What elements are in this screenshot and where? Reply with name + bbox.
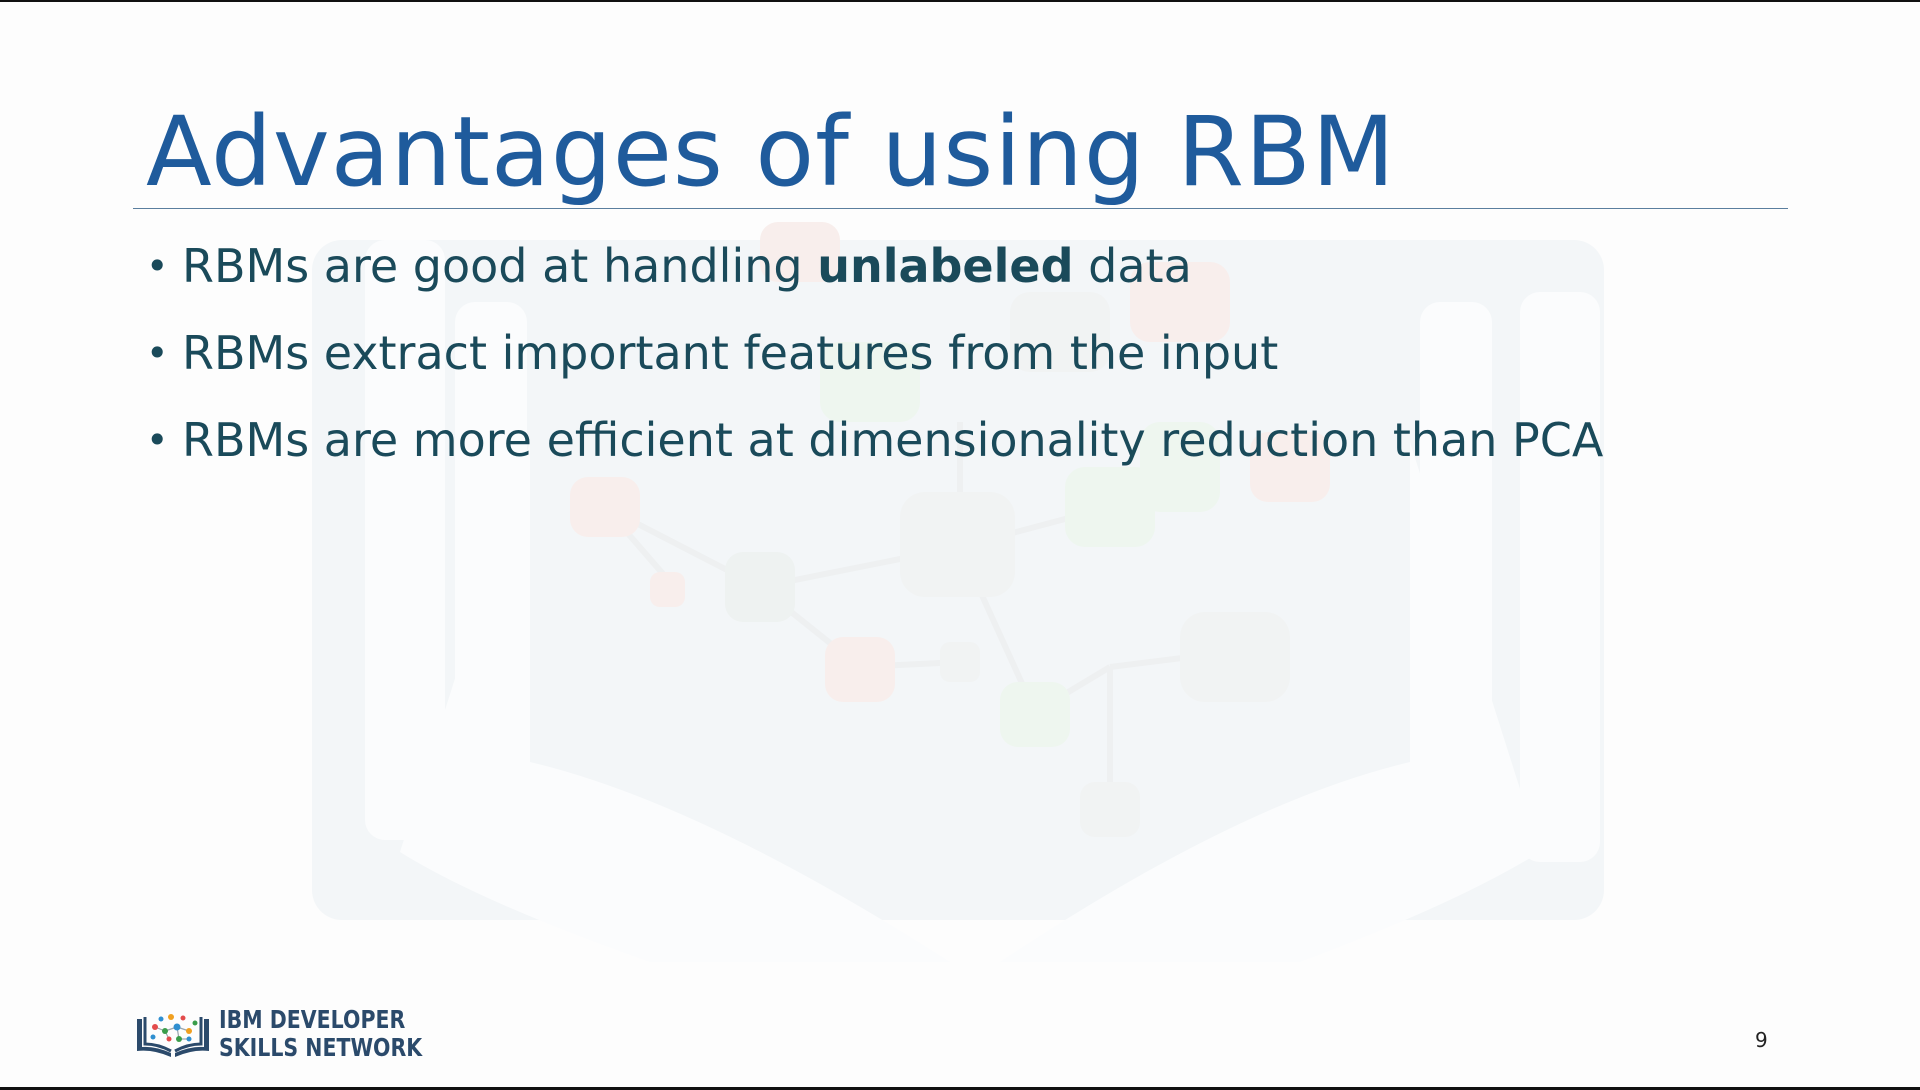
bullet-dot-icon: • xyxy=(146,418,169,462)
logo-line-2: SKILLS NETWORK xyxy=(219,1033,423,1062)
open-book-network-icon xyxy=(137,1014,209,1057)
bullet-item: • RBMs are good at handling unlabeled dat… xyxy=(146,234,1603,321)
bullet-text: RBMs extract important features from the… xyxy=(182,326,1279,380)
bullet-item: • RBMs extract important features from th… xyxy=(146,321,1603,408)
bullet-text: RBMs are more efficient at dimensionalit… xyxy=(182,413,1604,467)
bullet-dot-icon: • xyxy=(146,244,169,288)
bullet-emphasis: unlabeled xyxy=(817,239,1074,293)
bullet-item: • RBMs are more efficient at dimensionali… xyxy=(146,408,1603,495)
page-number: 9 xyxy=(1755,1028,1768,1052)
slide-title: Advantages of using RBM xyxy=(146,96,1396,208)
title-divider xyxy=(133,208,1788,209)
bullet-list: • RBMs are good at handling unlabeled dat… xyxy=(146,234,1603,495)
logo-line-1: IBM DEVELOPER xyxy=(219,1005,406,1034)
ibm-developer-skills-network-logo: IBM DEVELOPER SKILLS NETWORK xyxy=(133,1006,467,1062)
bullet-text: RBMs are good at handling xyxy=(182,239,818,293)
bullet-text-tail: data xyxy=(1073,239,1192,293)
slide: Advantages of using RBM • RBMs are good a… xyxy=(0,0,1920,1090)
bullet-dot-icon: • xyxy=(146,331,169,375)
logo-wordmark: IBM DEVELOPER SKILLS NETWORK xyxy=(219,1006,422,1062)
